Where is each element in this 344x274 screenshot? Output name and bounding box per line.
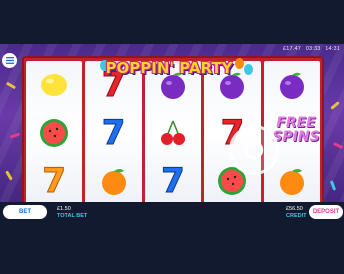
- balloon-icon: [244, 64, 253, 75]
- reel-3: 7: [144, 61, 202, 205]
- cherries-icon: [156, 116, 190, 150]
- plum-icon: [275, 68, 309, 102]
- seven-blue-icon: 7: [101, 113, 126, 153]
- status-bar: £17.47 03:33 14:31: [280, 46, 340, 52]
- spin-arrow-icon: [244, 140, 264, 160]
- bet-button[interactable]: BET: [3, 205, 47, 219]
- seven-blue-icon: 7: [161, 161, 186, 201]
- orange-icon: [275, 164, 309, 198]
- deposit-button[interactable]: DEPOSIT: [309, 205, 343, 219]
- spin-button[interactable]: [229, 125, 279, 175]
- total-bet-label: TOTAL BET: [57, 213, 88, 219]
- hamburger-icon: [5, 57, 14, 64]
- deposit-button-label: DEPOSIT: [312, 209, 340, 215]
- reel-2: 7 7: [85, 61, 142, 205]
- watermelon-icon: [37, 116, 71, 150]
- menu-button[interactable]: [2, 53, 17, 68]
- credit-label: CREDIT: [286, 213, 307, 219]
- session-time: 03:33: [305, 46, 321, 52]
- bet-button-label: BET: [19, 209, 31, 215]
- free-spins-symbol: FREE SPINS: [270, 116, 322, 144]
- lemon-icon: [37, 68, 71, 102]
- orange-icon: [97, 164, 131, 198]
- game-logo: POPPIN' PARTY: [105, 59, 233, 77]
- free-spins-line1: FREE: [276, 115, 316, 131]
- total-bet-value: £1.50: [57, 206, 71, 212]
- reel-1: 7: [26, 61, 83, 205]
- seven-orange-icon: 7: [42, 161, 67, 201]
- credit-value: £56.50: [286, 206, 303, 212]
- clock: 14:31: [325, 46, 340, 52]
- footer-area: [0, 224, 344, 274]
- balance-value: £17.47: [282, 46, 301, 52]
